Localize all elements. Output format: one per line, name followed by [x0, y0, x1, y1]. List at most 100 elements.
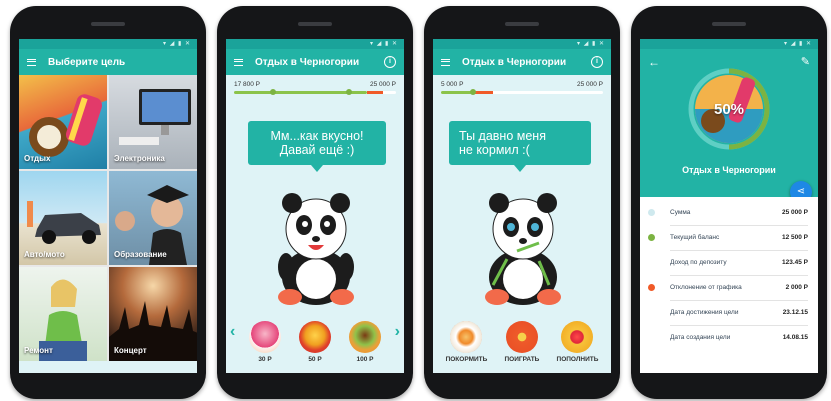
detail-value: 14.08.15	[782, 334, 808, 341]
play-button[interactable]: ПОИГРАТЬ	[504, 321, 539, 363]
phone-fed-panda: ▾ ◢ ▮ ✕ Отдых в Черногории i 17 800 Р 25…	[217, 6, 413, 399]
food-item[interactable]: 50 Р	[299, 321, 331, 363]
detail-row: Отклонение от графика 2 000 Р	[648, 276, 808, 301]
speaker	[91, 22, 125, 26]
detail-label: Дата достижения цели	[670, 309, 739, 316]
goal-name: Отдых в Черногории	[682, 165, 776, 175]
status-bar: ▾ ◢ ▮ ✕	[640, 39, 818, 49]
speech-bubble: Ты давно меня не кормил :(	[449, 121, 591, 172]
screen: ▾ ◢ ▮ ✕ ← ✎ 50% Отдых в Черногории ⋖ Сум…	[640, 39, 818, 373]
action-label: ПОКОРМИТЬ	[445, 356, 488, 363]
sad-panda-icon	[485, 193, 561, 305]
tile-label: Отдых	[24, 154, 51, 163]
screen: ▾ ◢ ▮ ✕ Выберите цель Отдых Электроника …	[19, 39, 197, 373]
ruby-icon	[561, 321, 594, 353]
status-bar: ▾ ◢ ▮ ✕	[19, 39, 197, 49]
info-icon[interactable]: i	[384, 56, 396, 68]
progress-percent: 50%	[713, 101, 745, 118]
progress-knob	[470, 88, 477, 95]
goal-tile-concert[interactable]: Концерт	[109, 267, 197, 361]
progress-deviation	[366, 91, 384, 94]
edit-pencil-icon[interactable]: ✎	[801, 55, 810, 68]
status-bar: ▾ ◢ ▮ ✕	[226, 39, 404, 49]
page-title: Отдых в Черногории	[255, 56, 360, 68]
app-bar: Отдых в Черногории i	[226, 49, 404, 75]
progress-knob	[269, 88, 276, 95]
goal-header: ← ✎ 50% Отдых в Черногории	[640, 49, 818, 197]
feed-button[interactable]: ПОКОРМИТЬ	[445, 321, 488, 363]
progress-deviation	[473, 91, 493, 94]
detail-row: Текущий баланс 12 500 Р	[648, 226, 808, 251]
tile-label: Концерт	[114, 346, 147, 355]
detail-value: 2 000 Р	[785, 284, 808, 291]
progress-current: 17 800 Р	[234, 81, 261, 88]
phone-hungry-panda: ▾ ◢ ▮ ✕ Отдых в Черногории i 5 000 Р 25 …	[424, 6, 620, 399]
food-price: 30 Р	[258, 356, 272, 363]
legend-dot	[648, 209, 655, 216]
speech-bubble: Мм...как вкусно! Давай ещё :)	[248, 121, 386, 172]
page-title: Выберите цель	[48, 56, 126, 68]
target-icon	[505, 321, 538, 353]
progress-target: 25 000 Р	[369, 81, 396, 88]
progress-knob	[346, 88, 353, 95]
detail-value: 12 500 Р	[781, 234, 808, 241]
goal-tile-vacation[interactable]: Отдых	[19, 75, 107, 169]
happy-panda-icon	[278, 193, 354, 305]
goal-details-list: Сумма 25 000 Р Текущий баланс 12 500 Р Дох…	[640, 197, 818, 350]
tile-label: Электроника	[114, 154, 165, 163]
progress-labels: 5 000 Р 25 000 Р	[433, 75, 611, 88]
info-icon[interactable]: i	[591, 56, 603, 68]
detail-row: Дата достижения цели 23.12.15	[670, 301, 808, 326]
screen: ▾ ◢ ▮ ✕ Отдых в Черногории i 17 800 Р 25…	[226, 39, 404, 373]
detail-value: 123.45 Р	[781, 259, 808, 266]
detail-label: Отклонение от графика	[670, 284, 742, 291]
back-arrow-icon[interactable]: ←	[648, 55, 660, 69]
goal-tile-repair[interactable]: Ремонт	[19, 267, 107, 361]
status-bar: ▾ ◢ ▮ ✕	[433, 39, 611, 49]
goal-tile-education[interactable]: Образование	[109, 171, 197, 265]
action-label: ПОИГРАТЬ	[504, 356, 540, 363]
page-title: Отдых в Черногории	[462, 56, 567, 68]
progress-fill	[441, 91, 474, 94]
menu-icon[interactable]	[441, 58, 450, 66]
detail-row: Доход по депозиту 123.45 Р	[670, 251, 808, 276]
detail-label: Доход по депозиту	[670, 259, 727, 266]
tile-label: Ремонт	[24, 346, 53, 355]
screen: ▾ ◢ ▮ ✕ Отдых в Черногории i 5 000 Р 25 …	[433, 39, 611, 373]
food-price: 100 Р	[356, 356, 374, 363]
food-item[interactable]: 100 Р	[349, 321, 381, 363]
tile-label: Авто/мото	[24, 250, 65, 259]
detail-row: Сумма 25 000 Р	[648, 201, 808, 226]
speaker	[298, 22, 332, 26]
top-up-button[interactable]: ПОПОЛНИТЬ	[557, 321, 598, 363]
progress-labels: 17 800 Р 25 000 Р	[226, 75, 404, 88]
food-plate-icon	[450, 321, 483, 353]
action-list: ПОКОРМИТЬ ПОИГРАТЬ ПОПОЛНИТЬ	[433, 321, 611, 363]
food-list: 30 Р 50 Р 100 Р	[226, 321, 404, 363]
detail-label: Текущий баланс	[670, 234, 720, 241]
menu-icon[interactable]	[27, 58, 36, 66]
phone-goal-selection: ▾ ◢ ▮ ✕ Выберите цель Отдых Электроника …	[10, 6, 206, 399]
goal-grid: Отдых Электроника Авто/мото Образование …	[19, 75, 197, 361]
speaker	[712, 22, 746, 26]
detail-label: Сумма	[670, 209, 691, 216]
phone-goal-details: ▾ ◢ ▮ ✕ ← ✎ 50% Отдых в Черногории ⋖ Сум…	[631, 6, 827, 399]
menu-icon[interactable]	[234, 58, 243, 66]
goal-tile-auto[interactable]: Авто/мото	[19, 171, 107, 265]
goal-tile-electronics[interactable]: Электроника	[109, 75, 197, 169]
food-item[interactable]: 30 Р	[249, 321, 281, 363]
detail-label: Дата создания цели	[670, 334, 731, 341]
app-bar: Выберите цель	[19, 49, 197, 75]
detail-value: 23.12.15	[782, 309, 808, 316]
progress-current: 5 000 Р	[441, 81, 464, 88]
progress-target: 25 000 Р	[576, 81, 603, 88]
tile-label: Образование	[114, 250, 167, 259]
fries-icon	[299, 321, 331, 353]
ice-cream-icon	[249, 321, 281, 353]
progress-bar	[441, 88, 603, 95]
detail-value: 25 000 Р	[781, 209, 808, 216]
app-bar: Отдых в Черногории i	[433, 49, 611, 75]
legend-dot	[648, 234, 655, 241]
speaker	[505, 22, 539, 26]
legend-dot	[648, 284, 655, 291]
